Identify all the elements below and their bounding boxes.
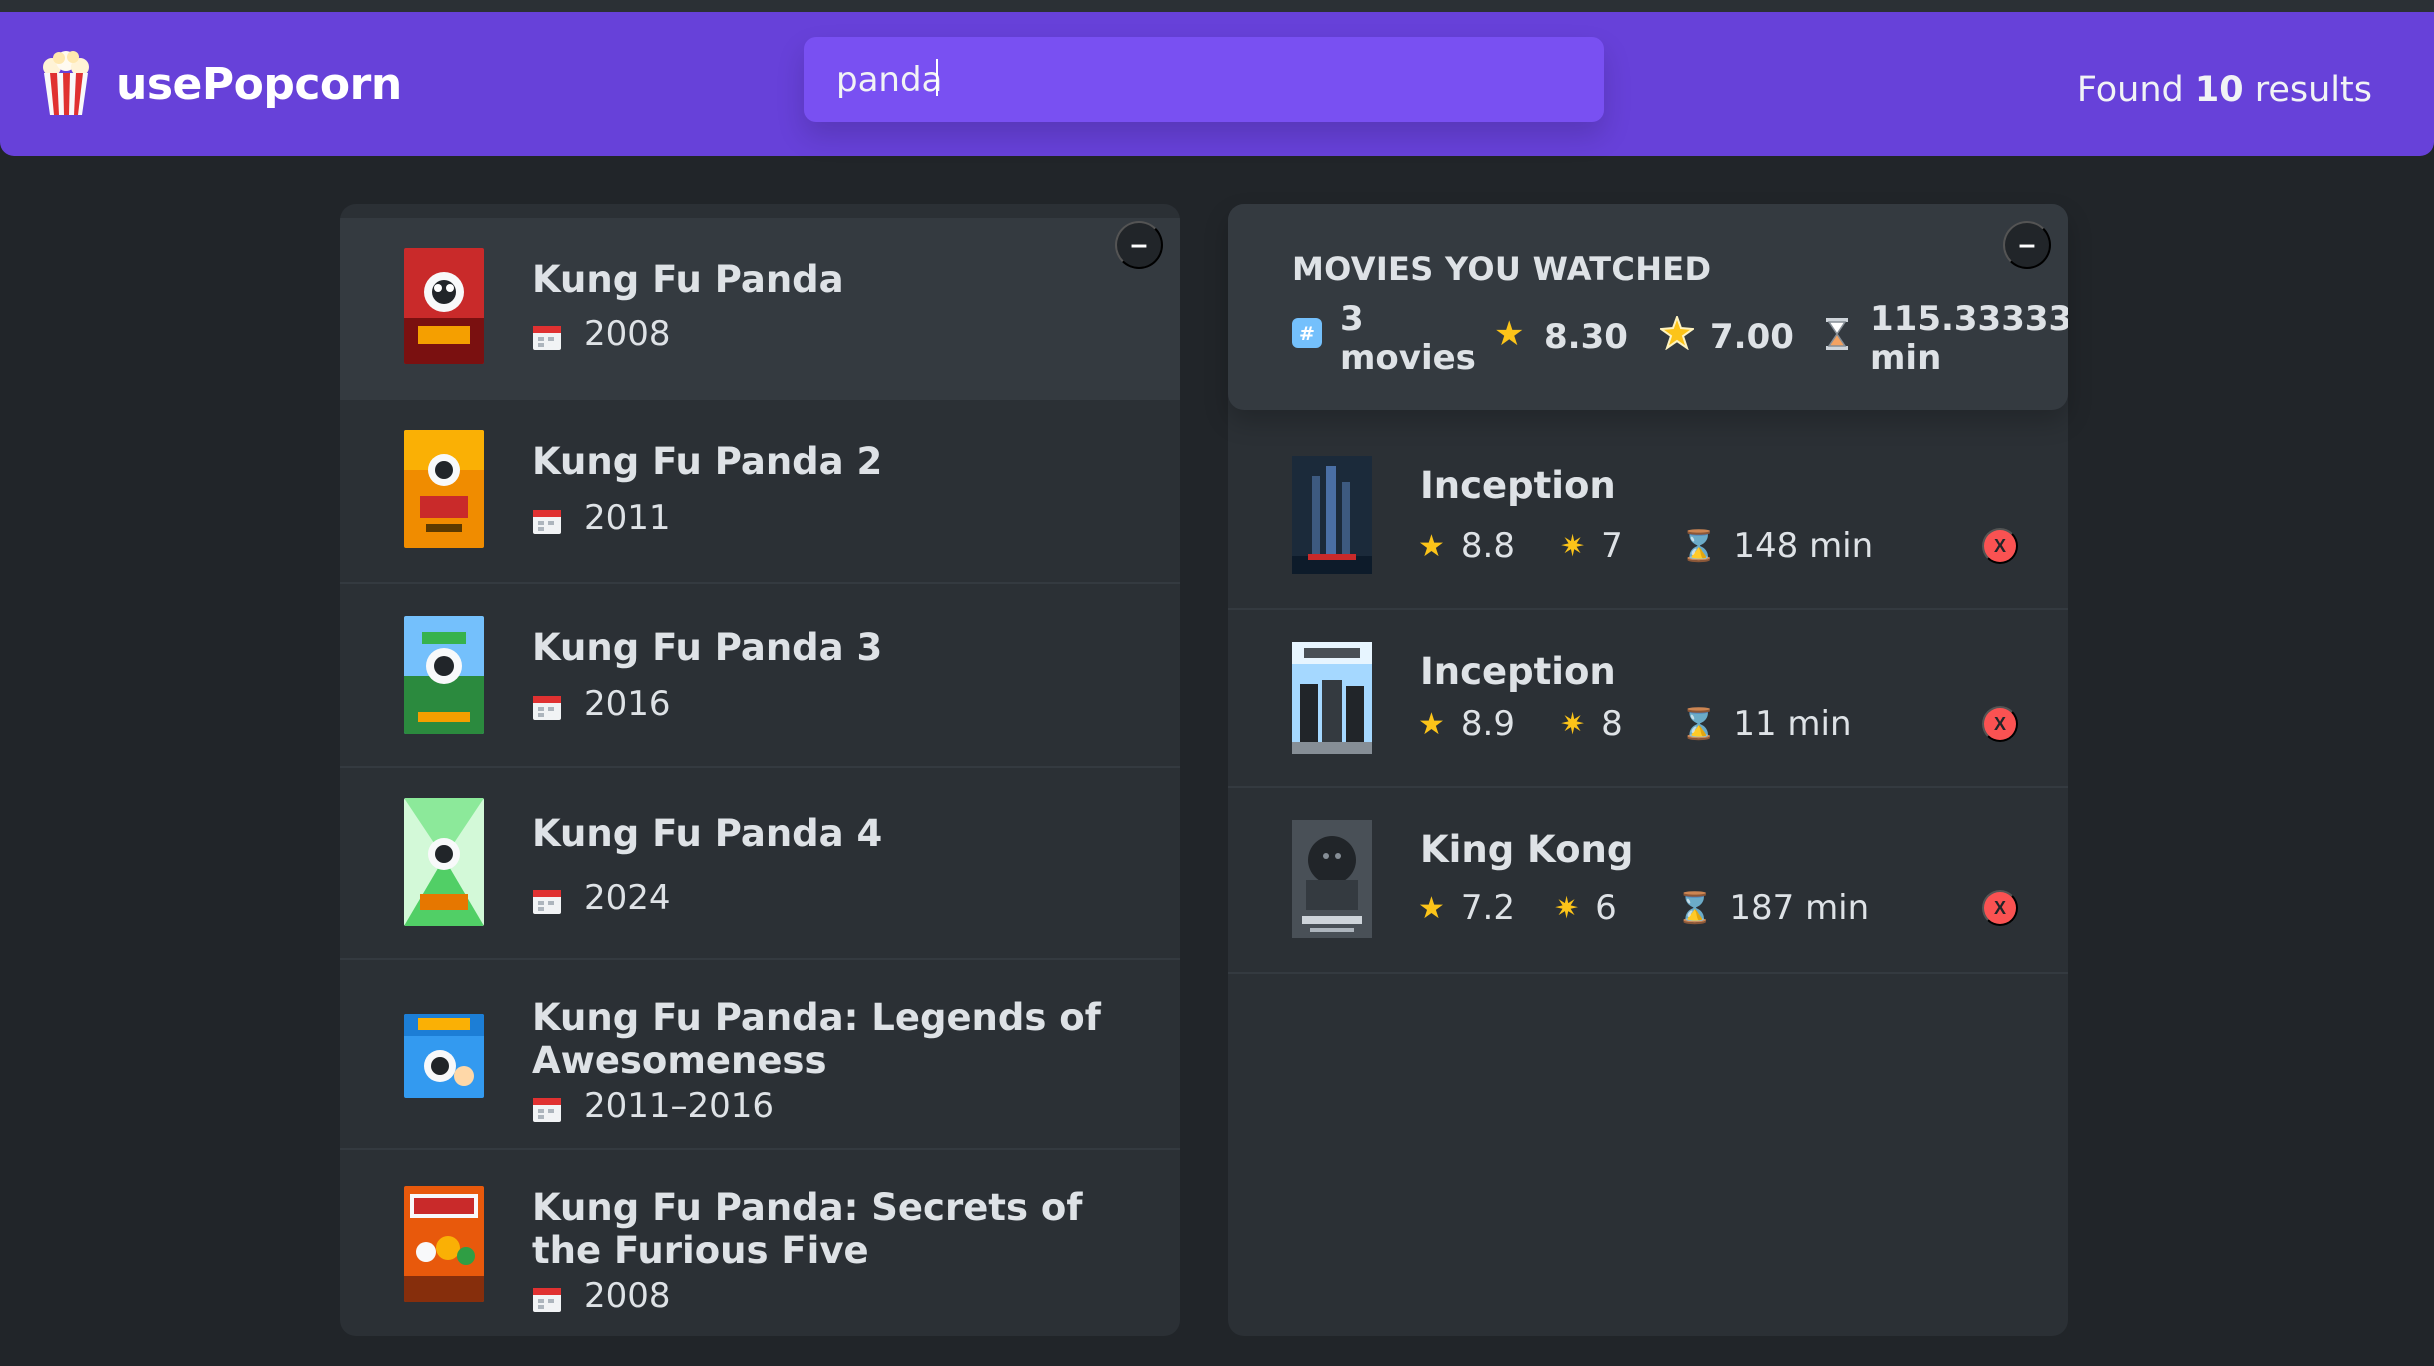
avg-runtime: 115.3333333 min xyxy=(1870,299,2068,378)
runtime: ⌛ 187 min xyxy=(1676,888,1870,928)
avg-user-rating: 7.00 xyxy=(1710,317,1794,357)
movie-year: 2008 xyxy=(532,1276,671,1316)
avg-imdb-rating: 8.30 xyxy=(1544,317,1628,357)
delete-button[interactable]: X xyxy=(1982,706,2018,742)
movie-year: 2016 xyxy=(532,684,671,724)
movie-poster xyxy=(404,616,484,734)
user-rating: ✷ 8 xyxy=(1560,704,1623,744)
list-item[interactable]: Kung Fu Panda 2008 xyxy=(340,218,1180,400)
delete-button[interactable]: X xyxy=(1982,890,2018,926)
list-item[interactable]: Kung Fu Panda 3 2016 xyxy=(340,584,1180,768)
imdb-rating: ★ 8.8 xyxy=(1418,526,1515,566)
movie-poster xyxy=(1292,456,1372,574)
movie-poster xyxy=(1292,820,1372,938)
user-rating: ✷ 7 xyxy=(1560,526,1623,566)
calendar-icon xyxy=(532,320,562,350)
calendar-icon xyxy=(532,690,562,720)
star-icon: ★ xyxy=(1418,706,1445,742)
list-item[interactable]: Kung Fu Panda: Legends of Awesomeness 20… xyxy=(340,960,1180,1150)
list-item[interactable]: Kung Fu Panda 2 2011 xyxy=(340,400,1180,584)
list-item[interactable]: Kung Fu Panda 4 2024 xyxy=(340,768,1180,960)
calendar-icon xyxy=(532,504,562,534)
movie-title: Inception xyxy=(1420,464,1616,507)
glowing-star-icon xyxy=(1658,314,1696,354)
collapse-results-button[interactable]: – xyxy=(1115,221,1163,269)
text-cursor xyxy=(936,59,938,96)
star-icon: ★ xyxy=(1418,890,1445,926)
movie-title: King Kong xyxy=(1420,828,1634,871)
summary-title: Movies you watched xyxy=(1292,250,1712,288)
movie-title: Kung Fu Panda 2 xyxy=(532,440,883,483)
movie-year: 2011 xyxy=(532,498,671,538)
movie-poster xyxy=(404,248,484,364)
movie-title: Kung Fu Panda: Legends of Awesomeness xyxy=(532,996,1101,1082)
watched-item: Inception ★ 8.8 ✷ 7 ⌛ 148 min X xyxy=(1228,410,2068,610)
hash-icon: # xyxy=(1292,318,1322,352)
calendar-icon xyxy=(532,1092,562,1122)
runtime: ⌛ 148 min xyxy=(1680,526,1874,566)
movie-title: Kung Fu Panda 4 xyxy=(532,812,883,855)
movie-title: Kung Fu Panda: Secrets of the Furious Fi… xyxy=(532,1186,1083,1272)
logo: usePopcorn xyxy=(40,48,402,120)
popcorn-icon xyxy=(43,51,89,115)
results-count: Found 10 results xyxy=(2076,70,2372,110)
movie-year: 2008 xyxy=(532,314,671,354)
watched-item: King Kong ★ 7.2 ✷ 6 ⌛ 187 min X xyxy=(1228,788,2068,974)
glowing-star-icon: ✷ xyxy=(1560,528,1586,564)
imdb-rating: ★ 8.9 xyxy=(1418,704,1515,744)
hourglass-icon: ⌛ xyxy=(1680,528,1718,564)
calendar-icon xyxy=(532,1282,562,1312)
movie-poster xyxy=(404,1186,484,1302)
movie-title: Inception xyxy=(1420,650,1616,693)
runtime: ⌛ 11 min xyxy=(1680,704,1852,744)
hourglass-icon xyxy=(1824,318,1850,354)
calendar-icon xyxy=(532,884,562,914)
movie-year: 2011–2016 xyxy=(532,1086,774,1126)
delete-button[interactable]: X xyxy=(1982,528,2018,564)
movies-count: 3 movies xyxy=(1340,299,1476,378)
search-results-box: Kung Fu Panda 2008 Kung Fu Panda 2 2011 … xyxy=(340,204,1180,1336)
movie-poster xyxy=(404,1014,484,1098)
collapse-watched-button[interactable]: – xyxy=(2003,221,2051,269)
app-name: usePopcorn xyxy=(116,58,402,110)
star-icon: ★ xyxy=(1494,314,1525,354)
window-top-strip xyxy=(0,0,2434,12)
imdb-rating: ★ 7.2 xyxy=(1418,888,1515,928)
movie-poster xyxy=(404,430,484,548)
movie-title: Kung Fu Panda xyxy=(532,258,844,301)
watched-summary: Movies you watched # 3 movies ★ 8.30 7.0… xyxy=(1228,204,2068,410)
navbar: usePopcorn Found 10 results xyxy=(0,12,2434,156)
list-item[interactable]: Kung Fu Panda: Secrets of the Furious Fi… xyxy=(340,1150,1180,1336)
movie-list: Kung Fu Panda 2008 Kung Fu Panda 2 2011 … xyxy=(340,204,1180,1336)
search-input[interactable] xyxy=(804,37,1604,122)
watched-item: Inception ★ 8.9 ✷ 8 ⌛ 11 min X xyxy=(1228,610,2068,788)
svg-text:#: # xyxy=(1299,323,1315,345)
user-rating: ✷ 6 xyxy=(1554,888,1617,928)
movie-poster xyxy=(404,798,484,926)
hourglass-icon: ⌛ xyxy=(1676,890,1714,926)
star-icon: ★ xyxy=(1418,528,1445,564)
glowing-star-icon: ✷ xyxy=(1560,706,1586,742)
hourglass-icon: ⌛ xyxy=(1680,706,1718,742)
movie-poster xyxy=(1292,642,1372,754)
movie-year: 2024 xyxy=(532,878,671,918)
glowing-star-icon: ✷ xyxy=(1554,890,1580,926)
movie-title: Kung Fu Panda 3 xyxy=(532,626,883,669)
